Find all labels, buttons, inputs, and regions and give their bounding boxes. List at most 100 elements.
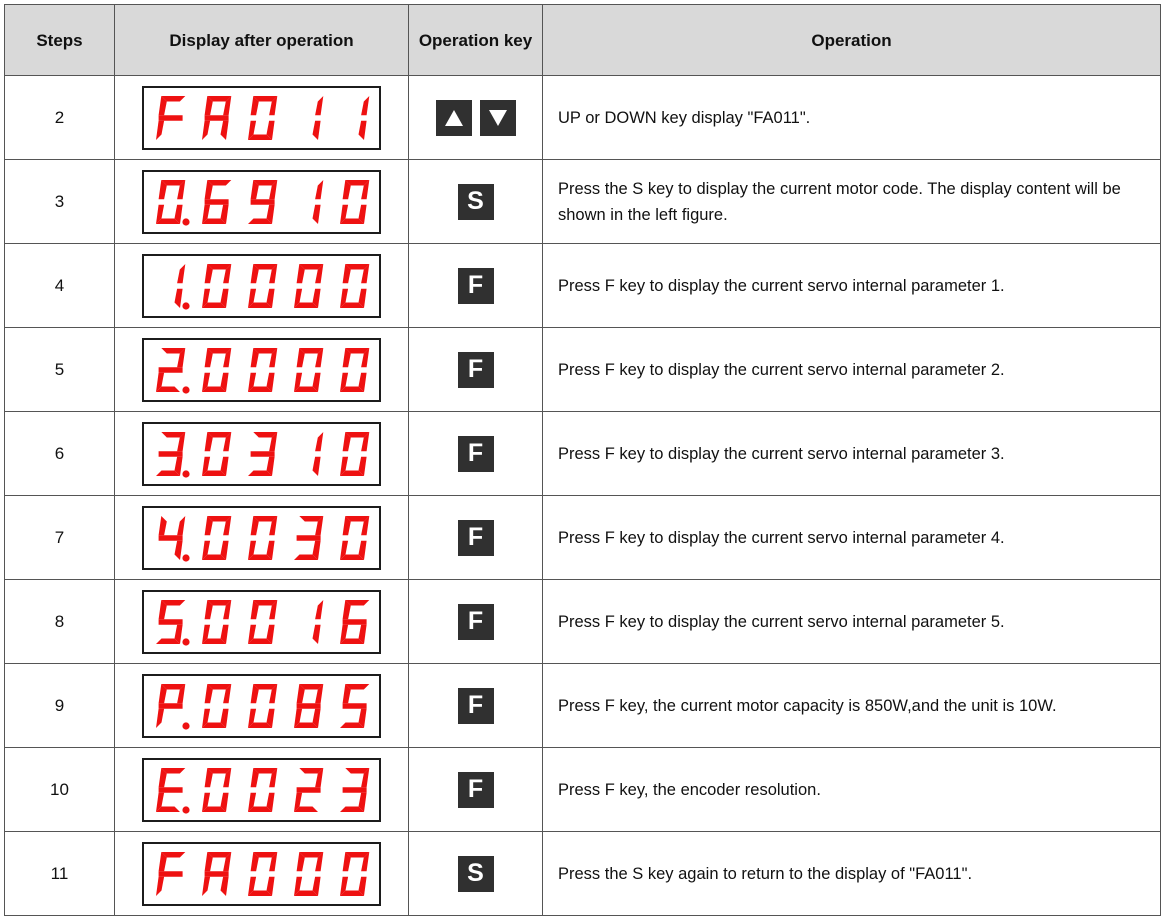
display-digit <box>312 179 324 224</box>
step-number: 4 <box>4 243 115 328</box>
key-f-icon: F <box>457 267 494 304</box>
table-row: 4 F Press F key to display the current ser… <box>4 243 1161 328</box>
segment-c <box>312 624 321 644</box>
display-digit <box>248 851 278 896</box>
operation-description: Press F key to display the current servo… <box>542 327 1161 412</box>
display-digit <box>340 179 370 224</box>
operation-description: Press the S key again to return to the d… <box>542 831 1161 916</box>
display-cell <box>114 243 409 328</box>
seven-segment-display <box>142 85 381 150</box>
display-digit <box>294 263 324 308</box>
segment-g <box>296 786 321 793</box>
key-f-icon: F <box>457 435 494 472</box>
display-cell <box>114 663 409 748</box>
key-s-icon: S <box>457 183 494 220</box>
segment-g <box>158 786 183 793</box>
display-digit <box>294 515 324 560</box>
decimal-point <box>182 553 190 562</box>
operation-description: Press F key to display the current servo… <box>542 411 1161 496</box>
display-digit <box>248 431 278 476</box>
segment-b <box>315 179 324 199</box>
segment-g <box>158 114 183 121</box>
segment-g <box>250 450 275 457</box>
table-row: 9 F Press F key, the current motor capacit… <box>4 663 1161 748</box>
display-digit <box>158 515 190 562</box>
operation-key-cell: F <box>408 327 543 412</box>
segment-c <box>312 456 321 476</box>
segment-e <box>202 120 211 140</box>
display-digit <box>340 347 370 392</box>
display-digit <box>202 599 232 644</box>
display-digit <box>340 599 370 644</box>
display-cell <box>114 831 409 916</box>
table-row: 10 F Press F key, the encoder resolution. <box>4 747 1161 832</box>
key-f-icon: F <box>457 519 494 556</box>
operation-key-cell: F <box>408 495 543 580</box>
table-row: 5 F Press F key to display the current ser… <box>4 327 1161 412</box>
display-digit <box>340 767 370 812</box>
table-row: 8 F Press F key to display the current ser… <box>4 579 1161 664</box>
display-digit <box>340 851 370 896</box>
key-f-icon: F <box>457 603 494 640</box>
operation-key-cell: F <box>408 579 543 664</box>
segment-b <box>361 95 370 115</box>
seven-segment-display <box>142 673 381 738</box>
segment-g <box>158 702 183 709</box>
key-f-icon: F <box>457 351 494 388</box>
table-body: 2 UP or DOWN key display "FA011". 3 S Press … <box>4 75 1161 916</box>
step-number: 3 <box>4 159 115 244</box>
operation-description: UP or DOWN key display "FA011". <box>542 75 1161 160</box>
segment-g <box>158 450 183 457</box>
segment-g <box>342 618 367 625</box>
down-arrow-icon <box>479 99 516 136</box>
display-digit <box>248 683 278 728</box>
table-row: 2 UP or DOWN key display "FA011". <box>4 75 1161 160</box>
segment-g <box>158 870 183 877</box>
display-cell <box>114 411 409 496</box>
display-digit <box>294 851 324 896</box>
display-digit <box>248 263 278 308</box>
header-operation-key: Operation key <box>408 4 543 76</box>
display-digit <box>340 431 370 476</box>
operation-key-cell: F <box>408 747 543 832</box>
seven-segment-display <box>142 757 381 822</box>
seven-segment-digits <box>156 851 370 896</box>
display-digit <box>202 767 232 812</box>
table-row: 6 F Press F key to display the current ser… <box>4 411 1161 496</box>
segment-c <box>220 120 229 140</box>
operation-description: Press F key to display the current servo… <box>542 579 1161 664</box>
display-digit <box>202 851 232 896</box>
display-digit <box>294 347 324 392</box>
display-digit <box>312 95 324 140</box>
segment-b <box>315 599 324 619</box>
display-digit <box>248 599 278 644</box>
display-digit <box>340 683 370 728</box>
seven-segment-display <box>142 253 381 318</box>
display-digit <box>156 767 190 814</box>
step-number: 6 <box>4 411 115 496</box>
seven-segment-digits <box>156 767 370 814</box>
decimal-point <box>182 217 190 226</box>
seven-segment-display <box>142 169 381 234</box>
table-row: 3 S Press the S key to display the current… <box>4 159 1161 244</box>
segment-g <box>296 534 321 541</box>
up-arrow-icon <box>435 99 472 136</box>
segment-f <box>158 515 167 535</box>
segment-c <box>312 204 321 224</box>
operation-key-cell: S <box>408 159 543 244</box>
display-digit <box>312 599 324 644</box>
segment-g <box>296 702 321 709</box>
display-digit <box>156 95 186 140</box>
step-number: 11 <box>4 831 115 916</box>
display-digit <box>156 431 190 478</box>
operation-key-cell: F <box>408 243 543 328</box>
step-number: 10 <box>4 747 115 832</box>
segment-g <box>158 366 183 373</box>
seven-segment-digits <box>156 599 370 646</box>
seven-segment-digits <box>156 431 370 478</box>
seven-segment-display <box>142 337 381 402</box>
display-digit <box>156 599 190 646</box>
decimal-point <box>182 637 190 646</box>
seven-segment-digits <box>156 95 370 140</box>
display-digit <box>156 683 190 730</box>
